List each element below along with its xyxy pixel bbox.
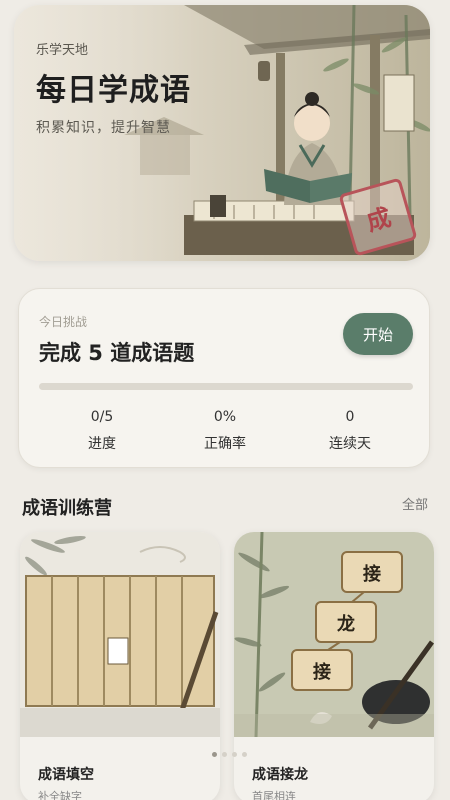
challenge-title: 完成 5 道成语题 bbox=[39, 341, 195, 365]
stat-progress-value: 0/5 bbox=[90, 409, 114, 425]
pager-dot[interactable] bbox=[212, 752, 217, 757]
stat-accuracy-value: 0% bbox=[213, 409, 237, 425]
stat-accuracy-label: 正确率 bbox=[204, 436, 246, 452]
stat-accuracy: 0% 正确率 bbox=[170, 409, 280, 453]
pager-dot[interactable] bbox=[232, 752, 237, 757]
stat-streak: 0 连续天 bbox=[295, 409, 405, 453]
stat-progress: 0/5 进度 bbox=[47, 409, 157, 453]
stat-streak-label: 连续天 bbox=[329, 436, 371, 452]
challenge-progress-bar bbox=[39, 383, 413, 390]
card-title: 成语接龙 bbox=[252, 767, 308, 783]
carousel-pager[interactable] bbox=[212, 752, 247, 757]
hero-eyebrow: 乐学天地 bbox=[36, 43, 89, 58]
seal-char: 成 bbox=[363, 202, 395, 237]
card-subtitle: 补全缺字 bbox=[38, 790, 82, 800]
pager-dot[interactable] bbox=[222, 752, 227, 757]
hero-title: 每日学成语 bbox=[36, 73, 191, 108]
chain-char-3: 接 bbox=[313, 661, 331, 683]
hero-subtitle: 积累知识，提升智慧 bbox=[36, 120, 171, 136]
start-button[interactable]: 开始 bbox=[343, 313, 413, 355]
daily-challenge-card: 今日挑战 完成 5 道成语题 开始 0/5 进度 0% 正确率 0 连续天 bbox=[18, 288, 430, 468]
screen: 乐学天地 每日学成语 积累知识，提升智慧 成 今日挑战 完成 5 道成语题 开始… bbox=[0, 0, 450, 800]
chain-char-2: 龙 bbox=[337, 613, 355, 635]
chain-char-1: 接 bbox=[363, 563, 381, 585]
stat-progress-label: 进度 bbox=[88, 436, 116, 452]
card-idiom-chain[interactable]: 接 龙 接 成语接龙 首尾相连 bbox=[234, 532, 434, 800]
pager-dot[interactable] bbox=[242, 752, 247, 757]
hero-banner[interactable]: 乐学天地 每日学成语 积累知识，提升智慧 成 bbox=[14, 5, 430, 261]
challenge-eyebrow: 今日挑战 bbox=[39, 315, 88, 329]
card-subtitle: 首尾相连 bbox=[252, 790, 296, 800]
card-title: 成语填空 bbox=[38, 767, 94, 783]
stat-streak-value: 0 bbox=[345, 409, 355, 425]
bamboo-scroll-icon bbox=[20, 532, 220, 737]
hanging-scrolls-icon: 接 龙 接 bbox=[234, 532, 434, 737]
card-idiom-fill[interactable]: 成语填空 补全缺字 bbox=[20, 532, 220, 800]
section-title: 成语训练营 bbox=[22, 498, 112, 519]
view-all-link[interactable]: 全部 bbox=[402, 494, 428, 513]
